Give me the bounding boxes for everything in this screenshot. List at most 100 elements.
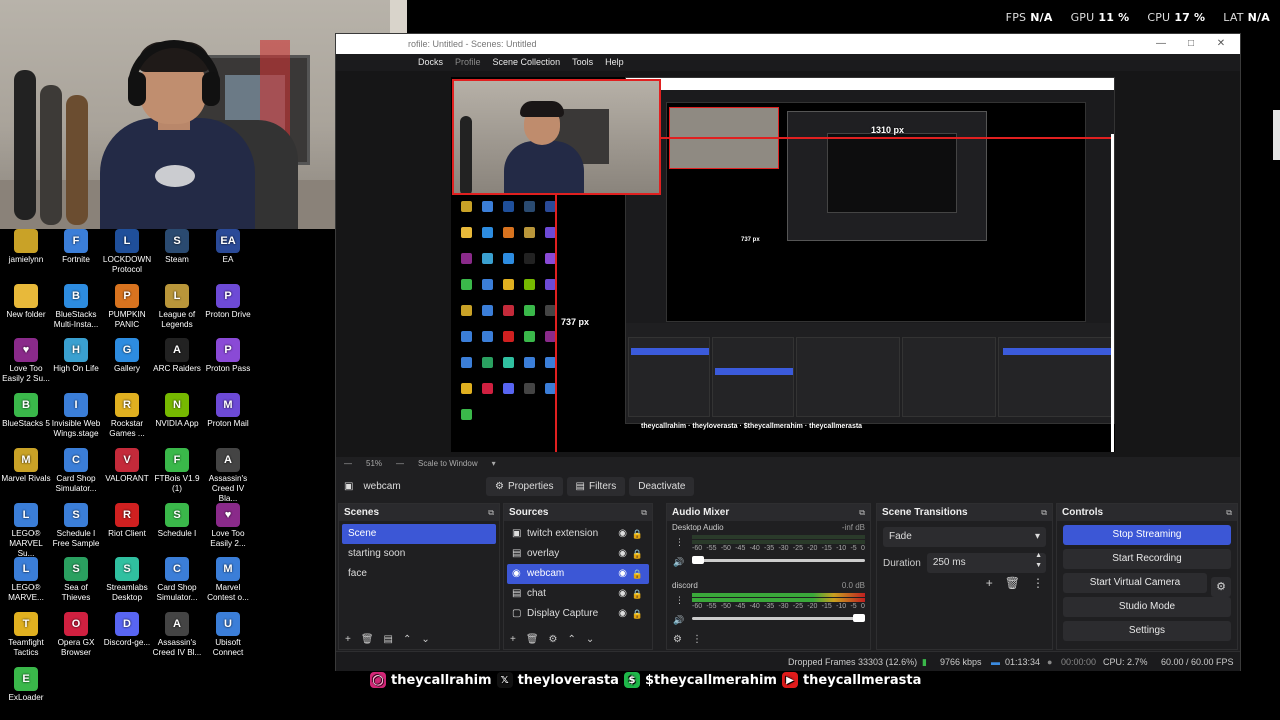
menu-help[interactable]: Help xyxy=(605,54,624,71)
menu-scene-collection[interactable]: Scene Collection xyxy=(493,54,561,71)
duration-input[interactable]: 250 ms ▲ ▼ xyxy=(926,552,1046,573)
desktop-icon[interactable]: P PUMPKIN PANIC xyxy=(101,283,153,330)
eye-icon[interactable]: ◉ xyxy=(618,564,627,584)
desktop-icon[interactable]: S Steam xyxy=(151,229,203,265)
scene-filters-button[interactable]: ▤ xyxy=(384,634,393,645)
desktop-icon[interactable]: T Teamfight Tactics xyxy=(0,611,52,658)
volume-slider[interactable] xyxy=(692,556,865,564)
desktop-icon[interactable]: O Opera GX Browser xyxy=(50,611,102,658)
add-source-button[interactable]: + xyxy=(510,634,516,645)
dock-undock-icon[interactable]: ⧉ xyxy=(1041,504,1047,521)
desktop-icon[interactable]: New folder xyxy=(0,283,52,320)
desktop-icon[interactable]: C Card Shop Simulator... xyxy=(50,447,102,494)
move-up-button[interactable]: ⌃ xyxy=(403,634,411,645)
deactivate-button[interactable]: Deactivate xyxy=(629,476,695,496)
preview-zoom-up[interactable]: — xyxy=(396,457,404,471)
add-transition-button[interactable]: + xyxy=(986,576,993,590)
desktop-icon[interactable]: A Assassin's Creed IV Bla... xyxy=(202,447,254,504)
move-down-button[interactable]: ⌄ xyxy=(586,634,594,645)
desktop-icon[interactable]: ♥ Love Too Easily 2 Su... xyxy=(0,338,52,384)
desktop-icon[interactable]: S Schedule I xyxy=(151,502,203,539)
scene-item[interactable]: starting soon xyxy=(342,544,496,564)
volume-slider[interactable] xyxy=(692,614,865,622)
desktop-icon[interactable]: L League of Legends xyxy=(151,283,203,330)
desktop-icon[interactable]: F FTBois V1.9 (1) xyxy=(151,447,203,494)
desktop-icon[interactable]: jamielynn xyxy=(0,229,52,265)
gear-icon[interactable]: ⚙ xyxy=(1211,577,1231,597)
chevron-down-icon[interactable]: ▾ xyxy=(492,457,496,471)
desktop-icon[interactable]: S Schedule I Free Sample xyxy=(50,502,102,549)
source-properties-button[interactable]: ⚙ xyxy=(549,634,558,645)
desktop-icon[interactable]: U Ubisoft Connect xyxy=(202,611,254,658)
dock-undock-icon[interactable]: ⧉ xyxy=(1226,504,1232,521)
menu-profile[interactable]: Profile xyxy=(455,54,481,71)
desktop-icon[interactable]: M Marvel Rivals xyxy=(0,447,52,484)
stop-streaming-button[interactable]: Stop Streaming xyxy=(1063,525,1231,545)
transition-select[interactable]: Fade ▾ xyxy=(883,527,1046,547)
desktop-icon[interactable]: S Streamlabs Desktop xyxy=(101,557,153,603)
scene-item[interactable]: Scene xyxy=(342,524,496,544)
mixer-settings-button[interactable]: ⚙ xyxy=(673,634,682,645)
desktop-icon[interactable]: M Marvel Contest o... xyxy=(202,557,254,603)
remove-scene-button[interactable]: 🗑 xyxy=(361,634,374,645)
source-item[interactable]: ▤ overlay ◉ 🔒 xyxy=(507,544,649,564)
lock-icon[interactable]: 🔒 xyxy=(632,604,643,624)
preview-zoom[interactable]: 51% xyxy=(366,457,382,471)
remove-source-button[interactable]: 🗑 xyxy=(526,634,539,645)
desktop-icon[interactable]: L LOCKDOWN Protocol xyxy=(101,229,153,275)
maximize-button[interactable]: □ xyxy=(1176,34,1206,54)
eye-icon[interactable]: ◉ xyxy=(618,584,627,604)
dock-undock-icon[interactable]: ⧉ xyxy=(488,504,494,521)
add-scene-button[interactable]: + xyxy=(345,634,351,645)
desktop-icon[interactable]: V VALORANT xyxy=(101,447,153,484)
desktop-icon[interactable]: B BlueStacks 5 xyxy=(0,393,52,429)
scene-item[interactable]: face xyxy=(342,564,496,584)
lock-icon[interactable]: 🔒 xyxy=(632,544,643,564)
desktop-icon[interactable]: R Riot Client xyxy=(101,502,153,539)
eye-icon[interactable]: ◉ xyxy=(618,604,627,624)
eye-icon[interactable]: ◉ xyxy=(618,544,627,564)
menu-docks[interactable]: Docks xyxy=(418,54,443,71)
desktop-icon[interactable]: I Invisible Web Wings.stage xyxy=(50,393,102,439)
start-recording-button[interactable]: Start Recording xyxy=(1063,549,1231,569)
eye-icon[interactable]: ◉ xyxy=(618,524,627,544)
source-item[interactable]: ▢ Display Capture ◉ 🔒 xyxy=(507,604,649,624)
desktop-icon[interactable]: ♥ Love Too Easily 2... xyxy=(202,502,254,549)
channel-menu-icon[interactable]: ⋮ xyxy=(675,537,684,548)
transition-menu-button[interactable]: ⋮ xyxy=(1032,576,1044,590)
properties-button[interactable]: ⚙ Properties xyxy=(486,476,563,496)
lock-icon[interactable]: 🔒 xyxy=(632,564,643,584)
desktop-icon[interactable]: H High On Life xyxy=(50,338,102,374)
speaker-icon[interactable]: 🔊 xyxy=(673,615,684,626)
preview-canvas[interactable]: 1310 px 737 px 737 px theycallrahim · th… xyxy=(451,77,1115,452)
preview-scale-mode[interactable]: Scale to Window xyxy=(418,457,478,471)
desktop-icon[interactable]: C Card Shop Simulator... xyxy=(151,557,203,603)
desktop-icon[interactable]: P Proton Pass xyxy=(202,338,254,374)
channel-menu-icon[interactable]: ⋮ xyxy=(675,595,684,606)
dock-undock-icon[interactable]: ⧉ xyxy=(641,504,647,521)
preview-zoom-down[interactable]: — xyxy=(344,457,352,471)
minimize-button[interactable]: — xyxy=(1146,34,1176,54)
desktop-icon[interactable]: E ExLoader xyxy=(0,666,52,703)
desktop-icon[interactable]: R Rockstar Games ... xyxy=(101,393,153,439)
desktop-icon[interactable]: A ARC Raiders xyxy=(151,338,203,374)
desktop-icon[interactable]: S Sea of Thieves xyxy=(50,557,102,603)
source-item[interactable]: ▣ twitch extension ◉ 🔒 xyxy=(507,524,649,544)
speaker-icon[interactable]: 🔊 xyxy=(673,557,684,568)
desktop-icon[interactable]: L LEGO® MARVE... xyxy=(0,557,52,603)
desktop-icon[interactable]: D Discord-ge... xyxy=(101,611,153,648)
dock-undock-icon[interactable]: ⧉ xyxy=(859,504,865,521)
webcam-source-selected[interactable] xyxy=(452,79,661,195)
lock-icon[interactable]: 🔒 xyxy=(632,584,643,604)
lock-icon[interactable]: 🔒 xyxy=(632,524,643,544)
desktop-icon[interactable]: M Proton Mail xyxy=(202,393,254,429)
desktop-icon[interactable]: EA EA xyxy=(202,229,254,265)
desktop-icon[interactable]: G Gallery xyxy=(101,338,153,374)
menu-tools[interactable]: Tools xyxy=(572,54,593,71)
move-up-button[interactable]: ⌃ xyxy=(568,634,576,645)
move-down-button[interactable]: ⌄ xyxy=(421,634,429,645)
remove-transition-button[interactable]: 🗑 xyxy=(1005,576,1020,590)
studio-mode-button[interactable]: Studio Mode xyxy=(1063,597,1231,617)
desktop-icon[interactable]: B BlueStacks Multi-Insta... xyxy=(50,283,102,330)
desktop-icon[interactable]: F Fortnite xyxy=(50,229,102,265)
